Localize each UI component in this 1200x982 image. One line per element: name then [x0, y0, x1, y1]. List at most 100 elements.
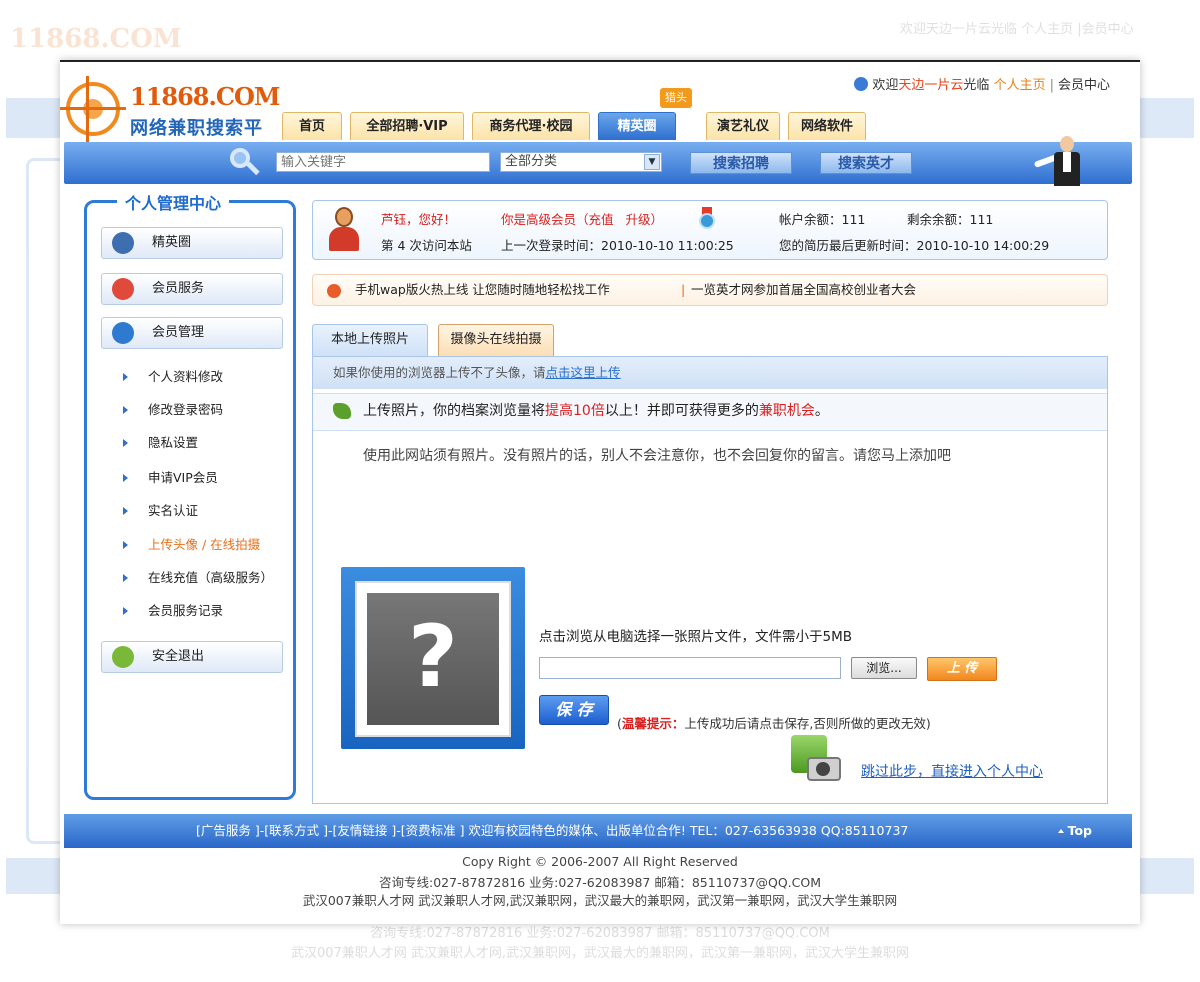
account-info-box: 芦钰，您好！ 你是高级会员（充值 升级） 帐户余额：111 剩余余额：111 第…: [312, 200, 1108, 260]
sidebar-button-elite[interactable]: 精英圈: [101, 227, 283, 259]
silhouette-icon: ?: [367, 593, 499, 725]
site-logo[interactable]: 11868.COM 网络兼职搜索平台: [60, 76, 280, 165]
page: 11868.COM 网络兼职搜索平台 欢迎天边一片云光临 个人主页| 会员中心 猎…: [60, 60, 1140, 924]
headhunter-badge[interactable]: 猎头: [660, 88, 692, 108]
skip-to-personal-center-link[interactable]: 跳过此步，直接进入个人中心: [861, 761, 1043, 781]
news-item[interactable]: 一览英才网参加首届全国高校创业者大会: [691, 275, 916, 305]
arrow-right-icon: [123, 541, 128, 549]
gear-icon: [112, 322, 134, 344]
copyright: Copy Right © 2006-2007 All Right Reserve…: [462, 854, 738, 869]
arrow-right-icon: [123, 607, 128, 615]
sidebar-button-member-service[interactable]: 会员服务: [101, 273, 283, 305]
user-avatar-icon: [327, 207, 361, 253]
search-talent-button[interactable]: 搜索英才: [820, 152, 912, 174]
avatar-placeholder: ?: [341, 567, 525, 749]
sidebar-item-label: 修改登录密码: [148, 402, 224, 417]
camera-bag-icon: [791, 735, 843, 785]
arrow-right-icon: [123, 373, 128, 381]
banner-highlight-2: 兼职机会: [758, 403, 815, 419]
category-value: 全部分类: [505, 154, 558, 169]
member-level: 你是高级会员（充值 升级）: [501, 209, 663, 228]
member-center-link[interactable]: 会员中心: [1058, 78, 1110, 93]
banner-text: 上传照片，你的档案浏览量将: [363, 403, 545, 419]
search-jobs-button[interactable]: 搜索招聘: [690, 152, 792, 174]
username: 天边一片云: [898, 78, 964, 93]
upload-panel: 如果你使用的浏览器上传不了头像，请点击这里上传 上传照片，你的档案浏览量将提高1…: [312, 356, 1108, 804]
news-ticker: 手机wap版火热上线 让您随时随地轻松找工作 | 一览英才网参加首届全国高校创业…: [312, 274, 1108, 306]
resume-update-time: 您的简历最后更新时间：2010-10-10 14:00:29: [779, 238, 1050, 253]
keyword-input[interactable]: [276, 152, 490, 172]
user-icon: [854, 77, 869, 91]
nav-tab-elite[interactable]: 精英圈: [598, 112, 676, 140]
arrow-right-icon: [123, 507, 128, 515]
sidebar-item-label: 隐私设置: [148, 435, 199, 450]
choose-file-label: 点击浏览从电脑选择一张照片文件，文件需小于5MB: [539, 629, 852, 645]
sidebar-item-label: 会员服务记录: [148, 603, 224, 618]
greeting: 芦钰，您好！: [381, 212, 457, 227]
sidebar-item-label: 实名认证: [148, 503, 199, 518]
upload-button[interactable]: 上 传: [927, 657, 997, 681]
tip-label: 温馨提示：: [621, 716, 685, 731]
question-mark-icon: ?: [408, 607, 458, 707]
sidebar-item-recharge[interactable]: 在线充值（高级服务）: [123, 568, 273, 588]
sidebar-item-label: 上传头像 / 在线拍摄: [148, 537, 261, 552]
sidebar-item-change-password[interactable]: 修改登录密码: [123, 400, 223, 420]
click-here-upload-link[interactable]: 点击这里上传: [546, 365, 621, 380]
nav-tab-home[interactable]: 首页: [282, 112, 342, 140]
news-item[interactable]: 手机wap版火热上线 让您随时随地轻松找工作: [355, 275, 610, 305]
chevron-down-icon: ▼: [644, 154, 660, 170]
welcome-bar: 欢迎天边一片云光临 个人主页 | 会员中心: [854, 74, 1110, 93]
sidebar-item-profile-edit[interactable]: 个人资料修改: [123, 367, 223, 387]
visit-count: 第 4 次访问本站: [381, 238, 472, 253]
nav-tab-software[interactable]: 网络软件: [788, 112, 866, 140]
businessman-icon: [1033, 136, 1092, 188]
welcome-suffix: 光临: [963, 78, 990, 93]
nav-tab-performance[interactable]: 演艺礼仪: [706, 112, 780, 140]
arrow-up-icon: [1057, 829, 1064, 833]
upgrade-link[interactable]: 升级: [625, 212, 650, 227]
sidebar-item-service-records[interactable]: 会员服务记录: [123, 601, 223, 621]
tab-camera-capture[interactable]: 摄像头在线拍摄: [438, 324, 554, 356]
member-level-end: ）: [650, 212, 663, 227]
category-select[interactable]: 全部分类 ▼: [500, 152, 662, 172]
medal-icon: [112, 278, 134, 300]
separator: |: [1049, 78, 1054, 93]
save-button[interactable]: 保 存: [539, 695, 609, 725]
last-login-time: 上一次登录时间：2010-10-10 11:00:25: [501, 238, 734, 253]
site-keywords: 武汉007兼职人才网 武汉兼职人才网,武汉兼职网，武汉最大的兼职网，武汉第一兼职…: [302, 893, 898, 908]
logout-label: 安全退出: [152, 649, 205, 664]
search-bar: 全部分类 ▼ 搜索招聘 搜索英才: [64, 136, 1132, 186]
sidebar-item-realname[interactable]: 实名认证: [123, 501, 198, 521]
sidebar-button-member-manage[interactable]: 会员管理: [101, 317, 283, 349]
footer-links[interactable]: [广告服务 ]-[联系方式 ]-[友情链接 ]-[资费标准 ] 欢迎有校园特色的…: [196, 814, 908, 848]
arrow-right-icon: [123, 474, 128, 482]
home-link[interactable]: 个人主页: [994, 78, 1046, 93]
banner-text-mid: 以上！并即可获得更多的: [604, 403, 759, 419]
nav-tab-all-jobs-vip[interactable]: 全部招聘·VIP: [350, 112, 464, 140]
ghost-welcome: 欢迎天边一片云光临 个人主页 |会员中心: [900, 22, 1134, 37]
sidebar-item-label: 在线充值（高级服务）: [148, 570, 274, 585]
ghost-logo: 11868.COM: [10, 24, 182, 54]
welcome-prefix: 欢迎: [872, 78, 899, 93]
back-to-top-link[interactable]: Top: [1057, 814, 1092, 848]
logout-button[interactable]: 安全退出: [101, 641, 283, 673]
people-icon: [333, 403, 351, 419]
recharge-link[interactable]: 充值: [589, 212, 614, 227]
sidebar-item-upload-avatar[interactable]: 上传头像 / 在线拍摄: [123, 535, 260, 555]
banner-highlight: 提高10倍: [545, 403, 605, 419]
tab-local-upload[interactable]: 本地上传照片: [312, 324, 428, 356]
logo-brand: 11868.COM: [130, 82, 280, 111]
member-level-text: 你是高级会员（: [501, 212, 589, 227]
sidebar-item-apply-vip[interactable]: 申请VIP会员: [123, 468, 218, 488]
browse-button[interactable]: 浏览...: [851, 657, 917, 679]
sidebar-item-privacy[interactable]: 隐私设置: [123, 433, 198, 453]
arrow-right-icon: [123, 574, 128, 582]
nav-tab-business-campus[interactable]: 商务代理·校园: [472, 112, 590, 140]
sidebar-title: 个人管理中心: [117, 190, 230, 214]
photo-notice: 使用此网站须有照片。没有照片的话，别人不会注意你，也不会回复你的留言。请您马上添…: [363, 448, 951, 464]
sidebar: 个人管理中心 精英圈 会员服务 会员管理 个人资料修改 修改登录密码 隐私设置 …: [84, 190, 296, 800]
sidebar-item-label: 申请VIP会员: [148, 470, 218, 485]
file-path-field[interactable]: [539, 657, 841, 679]
sidebar-button-label: 会员管理: [152, 325, 205, 340]
upload-banner: 上传照片，你的档案浏览量将提高10倍以上！并即可获得更多的兼职机会。: [313, 393, 1107, 431]
